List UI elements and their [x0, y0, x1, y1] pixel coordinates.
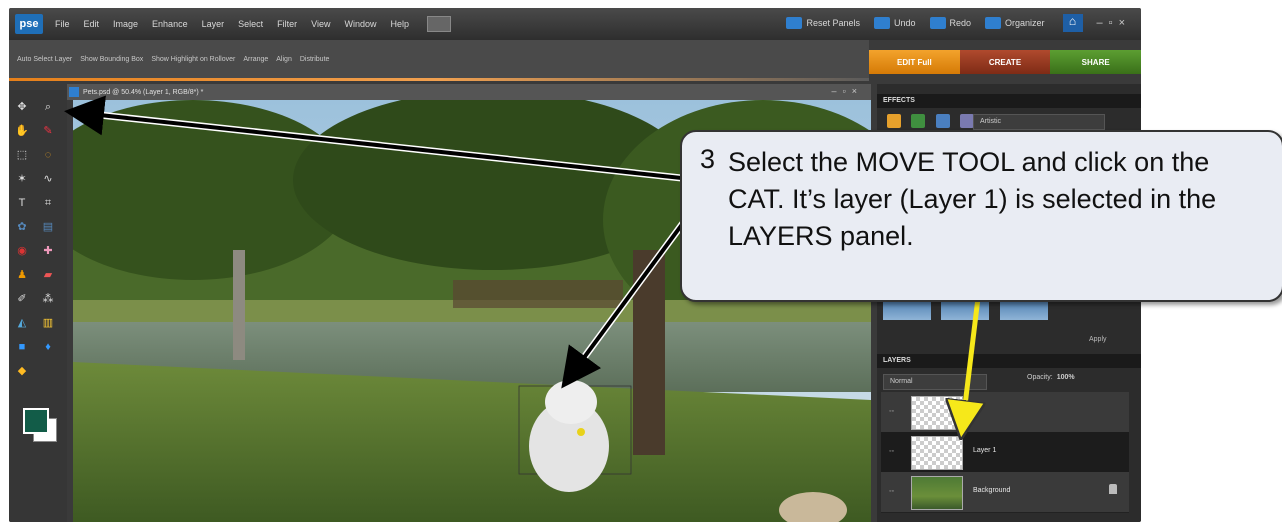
arrow-to-move-tool: [64, 95, 701, 182]
instruction-callout: 3 Select the MOVE TOOL and click on the …: [680, 130, 1282, 302]
step-number: 3: [700, 144, 716, 174]
arrow-to-layer-1: [962, 297, 978, 430]
instruction-text: Select the MOVE TOOL and click on the CA…: [728, 147, 1217, 251]
